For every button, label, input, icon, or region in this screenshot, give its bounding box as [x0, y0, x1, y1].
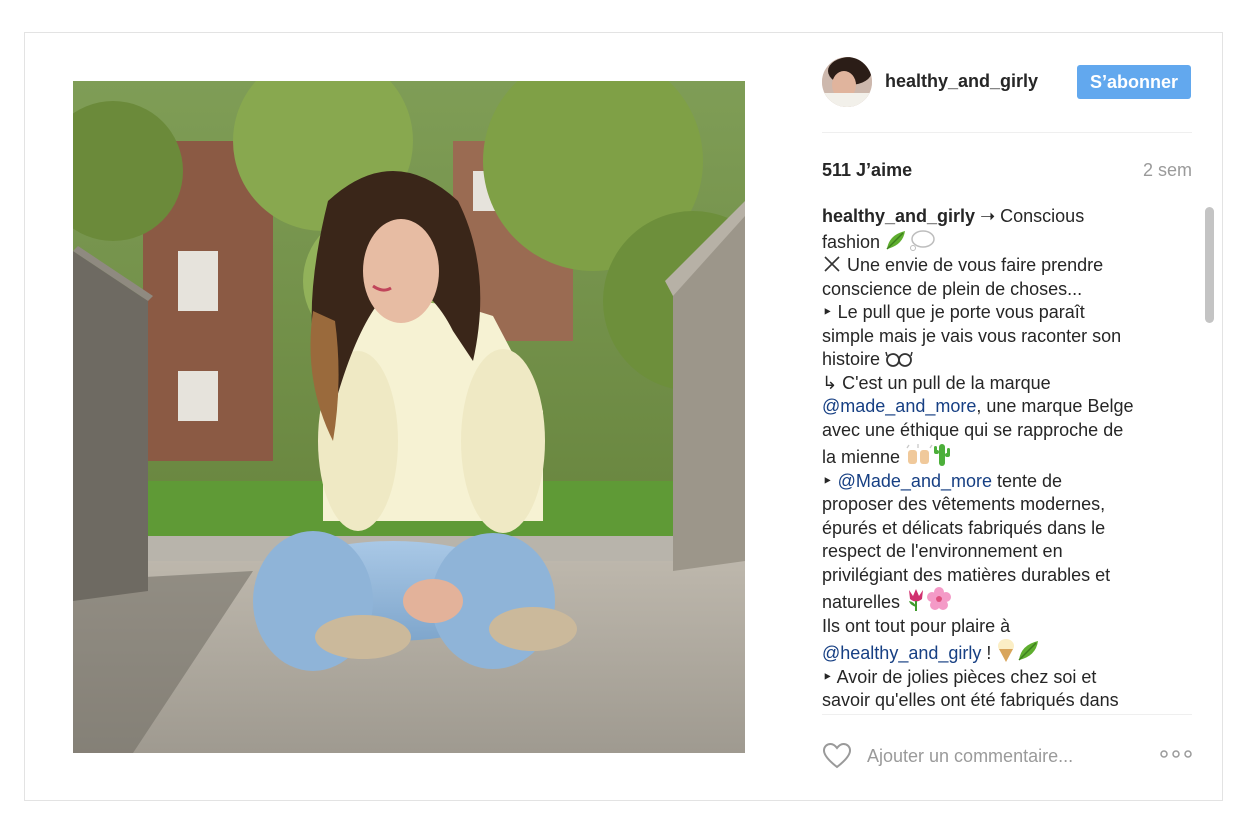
post-stats: 511 J’aime 2 sem: [822, 158, 1192, 184]
caption-line: ↳ C'est un pull de la marque: [822, 372, 1051, 393]
caption-line: Une envie de vous faire prendre: [822, 254, 1172, 278]
tulip-emoji-icon: [909, 589, 924, 611]
caption-line: avec une éthique qui se rapproche de: [822, 419, 1124, 440]
mention-link[interactable]: @made_and_more: [822, 396, 976, 416]
caption-author-link[interactable]: healthy_and_girly: [822, 206, 975, 226]
caption-scrollbar[interactable]: [1202, 205, 1216, 713]
comment-bar: [822, 737, 1192, 777]
caption-scroll-area[interactable]: healthy_and_girly ➝ Conscious fashion Un…: [822, 205, 1192, 713]
caption-line: simple mais je vais vous raconter son: [822, 325, 1122, 346]
glasses-emoji-icon: [885, 351, 913, 367]
thought-bubble-emoji-icon: [910, 229, 935, 251]
caption-line: ‣ Avoir de jolies pièces chez soi et: [822, 666, 1097, 687]
comment-input[interactable]: [867, 741, 1137, 771]
caption-line: naturelles: [822, 587, 1172, 615]
caption-line: conscience de plein de choses...: [822, 278, 1083, 299]
cherry-blossom-emoji-icon: [927, 587, 952, 610]
mention-link[interactable]: @Made_and_more: [838, 471, 992, 491]
cross-mark-icon: [824, 256, 840, 272]
caption-line: healthy_and_girly ➝ Conscious: [822, 206, 1085, 226]
caption-line: ‣ Le pull que je porte vous paraît: [822, 302, 1085, 322]
username-link[interactable]: healthy_and_girly: [885, 71, 1038, 92]
post-photo-image: [73, 81, 745, 753]
follow-button[interactable]: S’abonner: [1077, 65, 1191, 99]
post-card: healthy_and_girly S’abonner 511 J’aime 2…: [24, 32, 1223, 801]
cactus-emoji-icon: [934, 444, 951, 466]
divider: [822, 714, 1192, 715]
post-sidebar: healthy_and_girly S’abonner 511 J’aime 2…: [822, 33, 1214, 800]
heart-outline-icon[interactable]: [822, 741, 852, 771]
caption-line: privilégiant des matières durables et: [822, 564, 1111, 585]
caption-line: @healthy_and_girly !: [822, 638, 1172, 666]
caption-line: savoir qu'elles ont été fabriqués dans: [822, 690, 1119, 710]
caption-line: fashion: [822, 229, 1172, 255]
caption-line: ‣ @Made_and_more tente de: [822, 470, 1063, 491]
likes-count[interactable]: 511 J’aime: [822, 160, 912, 181]
caption-line: proposer des vêtements modernes,: [822, 494, 1106, 514]
caption-line: la mienne: [822, 442, 1172, 470]
divider: [822, 132, 1192, 133]
avatar[interactable]: [822, 57, 872, 107]
caption-line: @made_and_more, une marque Belge: [822, 396, 1134, 416]
ice-cream-emoji-icon: [998, 639, 1015, 662]
caption-line: respect de l'environnement en: [822, 541, 1063, 561]
caption-line: Ils ont tout pour plaire à: [822, 615, 1011, 636]
post-photo[interactable]: [73, 81, 745, 753]
raised-hands-emoji-icon: [906, 444, 933, 464]
leaves-emoji-icon: [1018, 641, 1039, 661]
scrollbar-thumb[interactable]: [1205, 207, 1214, 323]
caption-line: épurés et délicats fabriqués dans le: [822, 517, 1106, 538]
mention-link[interactable]: @healthy_and_girly: [822, 643, 981, 663]
post-time[interactable]: 2 sem: [1143, 160, 1192, 181]
caption: healthy_and_girly ➝ Conscious fashion Un…: [822, 205, 1172, 713]
more-options-icon[interactable]: [1160, 747, 1192, 761]
leaves-emoji-icon: [886, 230, 906, 250]
post-header: healthy_and_girly S’abonner: [822, 57, 1192, 111]
caption-line: histoire: [822, 348, 1172, 372]
